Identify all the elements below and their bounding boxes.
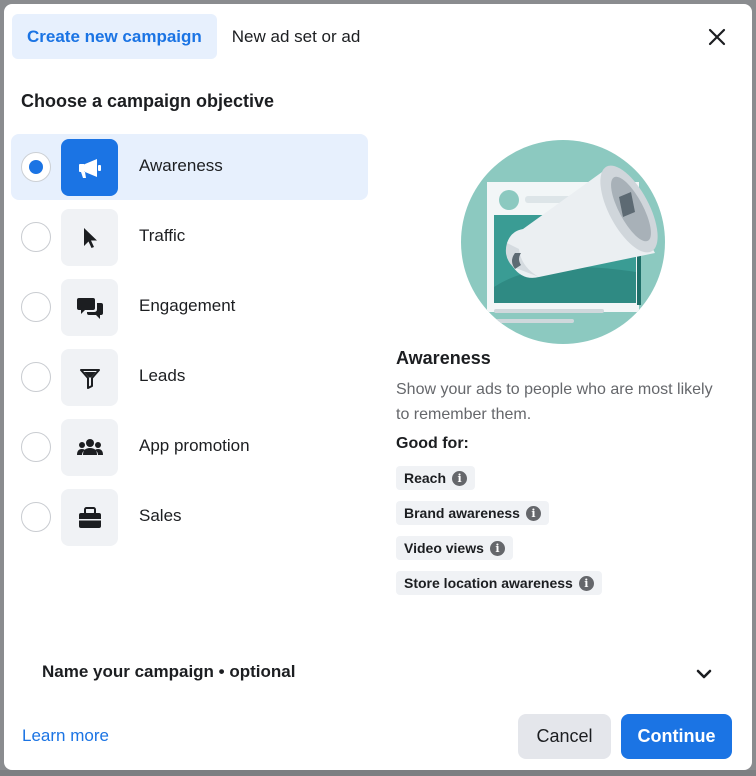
objective-label: Awareness (139, 156, 223, 175)
good-for-chip-video-views: Video views i (396, 536, 513, 560)
good-for-label: Good for: (396, 435, 469, 452)
section-title: Choose a campaign objective (21, 91, 275, 111)
name-campaign-toggle[interactable]: Name your campaign • optional (42, 660, 714, 690)
good-for-chip-store-location-awareness: Store location awareness i (396, 571, 602, 595)
objective-label: Leads (139, 366, 186, 385)
tab-new-ad-set-or-ad[interactable]: New ad set or ad (217, 14, 376, 59)
page-backdrop (0, 770, 756, 776)
chat-bubbles-icon (61, 279, 118, 336)
objective-radio[interactable] (21, 222, 51, 252)
good-for-chips: Reach i Brand awareness i Video views i … (396, 466, 602, 606)
objective-awareness[interactable]: Awareness (11, 134, 368, 200)
objective-label: Engagement (139, 296, 236, 315)
objective-label: App promotion (139, 436, 250, 455)
chevron-down-icon (696, 669, 712, 679)
name-campaign-label: Name your campaign • optional (42, 662, 296, 681)
info-icon[interactable]: i (578, 575, 594, 591)
chip-label: Video views (404, 540, 484, 556)
close-button[interactable] (704, 24, 730, 50)
chip-label: Brand awareness (404, 505, 520, 521)
info-icon[interactable]: i (489, 540, 505, 556)
cursor-icon (61, 209, 118, 266)
awareness-illustration (461, 140, 665, 344)
good-for-chip-reach: Reach i (396, 466, 476, 490)
continue-button[interactable]: Continue (621, 714, 732, 759)
objective-list: Awareness Traffic Engagement Leads App p… (11, 134, 368, 554)
objective-radio[interactable] (21, 362, 51, 392)
objective-label: Sales (139, 506, 182, 525)
learn-more-link[interactable]: Learn more (22, 726, 109, 746)
megaphone-icon (61, 139, 118, 196)
info-icon[interactable]: i (452, 470, 468, 486)
people-icon (61, 419, 118, 476)
objective-engagement[interactable]: Engagement (11, 274, 368, 340)
objective-app-promotion[interactable]: App promotion (11, 414, 368, 480)
objective-sales[interactable]: Sales (11, 484, 368, 550)
tab-create-new-campaign[interactable]: Create new campaign (12, 14, 217, 59)
objective-traffic[interactable]: Traffic (11, 204, 368, 270)
objective-leads[interactable]: Leads (11, 344, 368, 410)
objective-detail-description: Show your ads to people who are most lik… (396, 381, 713, 423)
objective-radio[interactable] (21, 432, 51, 462)
objective-radio[interactable] (21, 292, 51, 322)
objective-radio[interactable] (21, 502, 51, 532)
objective-detail-title: Awareness (396, 348, 491, 368)
good-for-chip-brand-awareness: Brand awareness i (396, 501, 549, 525)
objective-label: Traffic (139, 226, 186, 245)
chip-label: Reach (404, 470, 447, 486)
close-icon (708, 28, 726, 46)
chip-label: Store location awareness (404, 575, 573, 591)
objective-radio[interactable] (21, 152, 51, 182)
create-campaign-dialog: Create new campaign New ad set or ad Cho… (4, 4, 752, 770)
funnel-icon (61, 349, 118, 406)
cancel-button[interactable]: Cancel (518, 714, 611, 759)
briefcase-icon (61, 489, 118, 546)
dialog-tabs: Create new campaign New ad set or ad (12, 14, 375, 59)
info-icon[interactable]: i (525, 505, 541, 521)
